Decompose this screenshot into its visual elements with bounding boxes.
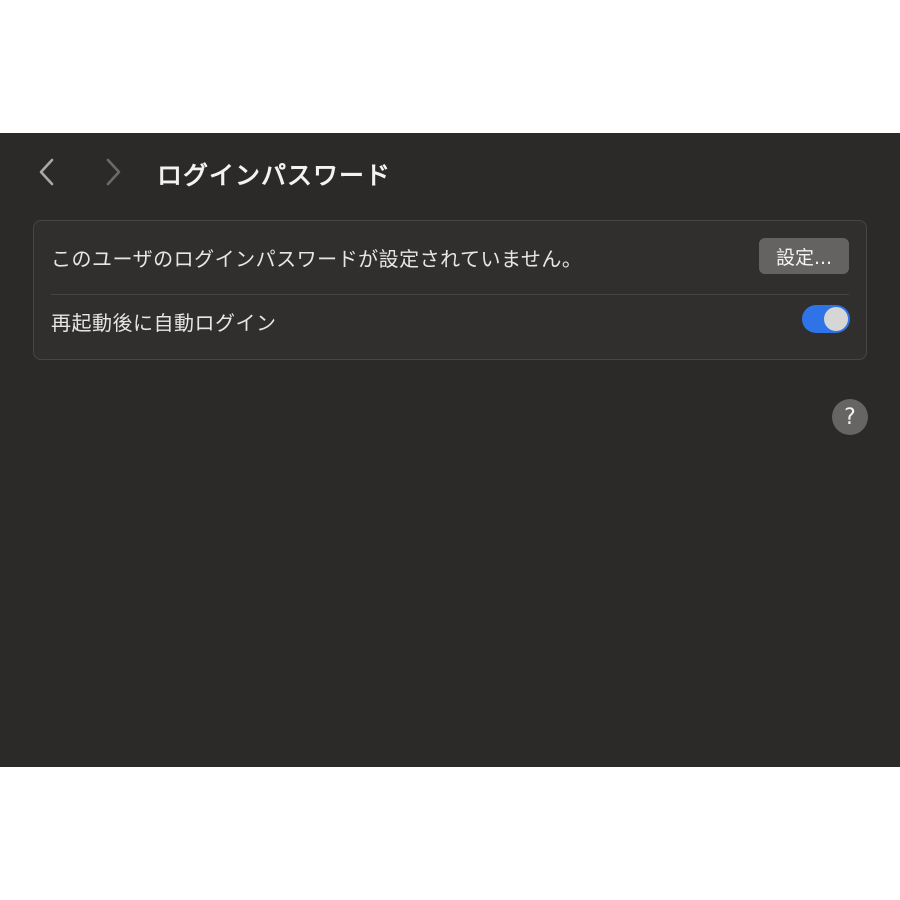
toggle-knob (824, 307, 848, 331)
help-button[interactable]: ? (832, 399, 868, 435)
autologin-label: 再起動後に自動ログイン (51, 311, 277, 335)
password-row: このユーザのログインパスワードが設定されていません。 設定... (34, 221, 866, 291)
chevron-left-icon (39, 158, 54, 186)
settings-card: このユーザのログインパスワードが設定されていません。 設定... 再起動後に自動… (33, 220, 867, 360)
password-status-label: このユーザのログインパスワードが設定されていません。 (51, 247, 583, 271)
autologin-toggle[interactable] (802, 305, 850, 333)
back-button[interactable] (30, 155, 64, 189)
chevron-right-icon (106, 158, 121, 186)
settings-window: ログインパスワード このユーザのログインパスワードが設定されていません。 設定.… (0, 133, 900, 767)
set-password-button[interactable]: 設定... (759, 238, 849, 274)
autologin-row: 再起動後に自動ログイン (34, 293, 866, 363)
forward-button[interactable] (96, 155, 130, 189)
toolbar: ログインパスワード (0, 133, 900, 213)
page-title: ログインパスワード (157, 161, 392, 190)
